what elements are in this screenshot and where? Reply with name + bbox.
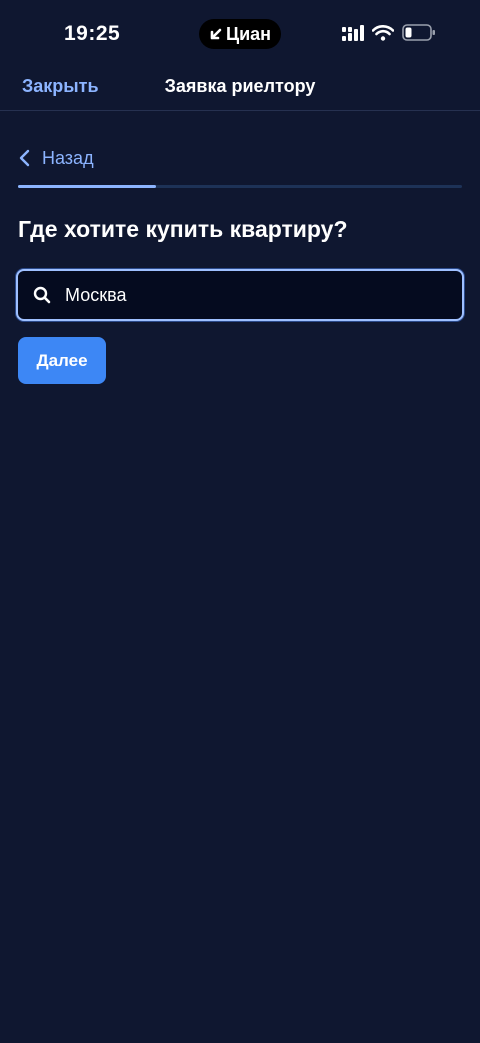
chevron-left-icon (19, 149, 30, 167)
progress-fill (18, 185, 156, 188)
status-time: 19:25 (64, 22, 121, 45)
search-icon (33, 286, 51, 304)
nav-header: Закрыть Заявка риелтору (0, 62, 480, 111)
search-input[interactable] (65, 284, 435, 306)
back-to-app-label: Циан (225, 23, 272, 44)
next-button[interactable]: Далее (18, 337, 106, 384)
cellular-signal-icon (342, 24, 364, 41)
back-to-app-pill[interactable]: Циан (199, 19, 281, 49)
back-label: Назад (42, 147, 94, 168)
back-arrow-icon (210, 28, 222, 40)
progress-bar (18, 185, 462, 188)
status-icons (342, 24, 436, 41)
status-bar: 19:25 Циан (0, 0, 480, 70)
battery-icon (402, 24, 435, 41)
page-title: Заявка риелтору (164, 76, 316, 96)
wifi-icon (372, 24, 394, 41)
back-button[interactable]: Назад (18, 145, 94, 171)
city-search-field[interactable] (16, 269, 464, 321)
question-heading: Где хотите купить квартиру? (18, 216, 348, 242)
